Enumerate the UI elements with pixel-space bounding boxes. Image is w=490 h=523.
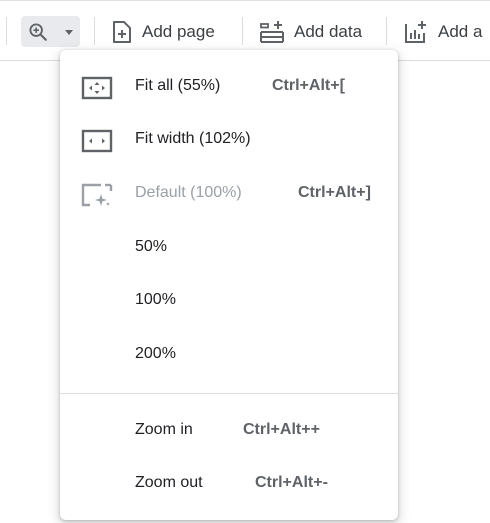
menu-item-label: Fit all (55%) [135, 77, 221, 94]
menu-item-zoom-out[interactable]: Zoom out Ctrl+Alt+- [60, 464, 398, 504]
add-data-button[interactable]: Add data [259, 16, 362, 47]
add-chart-label: Add a [438, 21, 483, 41]
add-chart-button[interactable]: Add a [403, 16, 482, 47]
toolbar-divider [94, 17, 95, 45]
add-page-label: Add page [142, 21, 215, 41]
add-data-icon [260, 20, 284, 43]
menu-item-shortcut: Ctrl+Alt+- [255, 474, 328, 491]
fit-width-icon [81, 129, 113, 153]
add-page-button[interactable]: Add page [111, 16, 215, 47]
fit-all-icon [81, 76, 113, 100]
toolbar-divider [242, 17, 243, 45]
menu-item-label: Default (100%) [135, 184, 242, 201]
menu-item-label: 200% [135, 345, 176, 362]
menu-item-label: 50% [135, 238, 168, 255]
menu-item-shortcut: Ctrl+Alt++ [243, 421, 320, 438]
menu-item-zoom-50[interactable]: 50% [60, 228, 398, 268]
menu-item-label: Fit width (102%) [135, 130, 251, 147]
toolbar-top-border [0, 0, 490, 1]
menu-item-fit-width[interactable]: Fit width (102%) [60, 120, 398, 160]
menu-item-zoom-200[interactable]: 200% [60, 335, 398, 375]
caret-down-icon [65, 30, 73, 35]
add-page-icon [113, 20, 131, 43]
toolbar-divider [6, 17, 7, 45]
menu-item-fit-all[interactable]: Fit all (55%) Ctrl+Alt+[ [60, 67, 398, 107]
menu-item-label: 100% [135, 291, 176, 308]
menu-item-shortcut: Ctrl+Alt+] [298, 184, 371, 201]
menu-item-label: Zoom out [135, 474, 203, 491]
menu-item-label: Zoom in [135, 421, 193, 438]
default-zoom-icon [81, 183, 113, 207]
zoom-menu: Fit all (55%) Ctrl+Alt+[ Fit width (102%… [60, 50, 398, 520]
add-data-label: Add data [294, 21, 363, 41]
menu-item-default-zoom: Default (100%) Ctrl+Alt+] [60, 174, 398, 214]
add-chart-icon [405, 20, 426, 43]
menu-item-shortcut: Ctrl+Alt+[ [272, 77, 345, 94]
toolbar-divider [386, 17, 387, 45]
menu-item-zoom-100[interactable]: 100% [60, 281, 398, 321]
menu-item-zoom-in[interactable]: Zoom in Ctrl+Alt++ [60, 411, 398, 451]
menu-separator [60, 393, 398, 394]
zoom-in-icon [29, 23, 47, 41]
zoom-dropdown-button[interactable] [21, 16, 80, 47]
